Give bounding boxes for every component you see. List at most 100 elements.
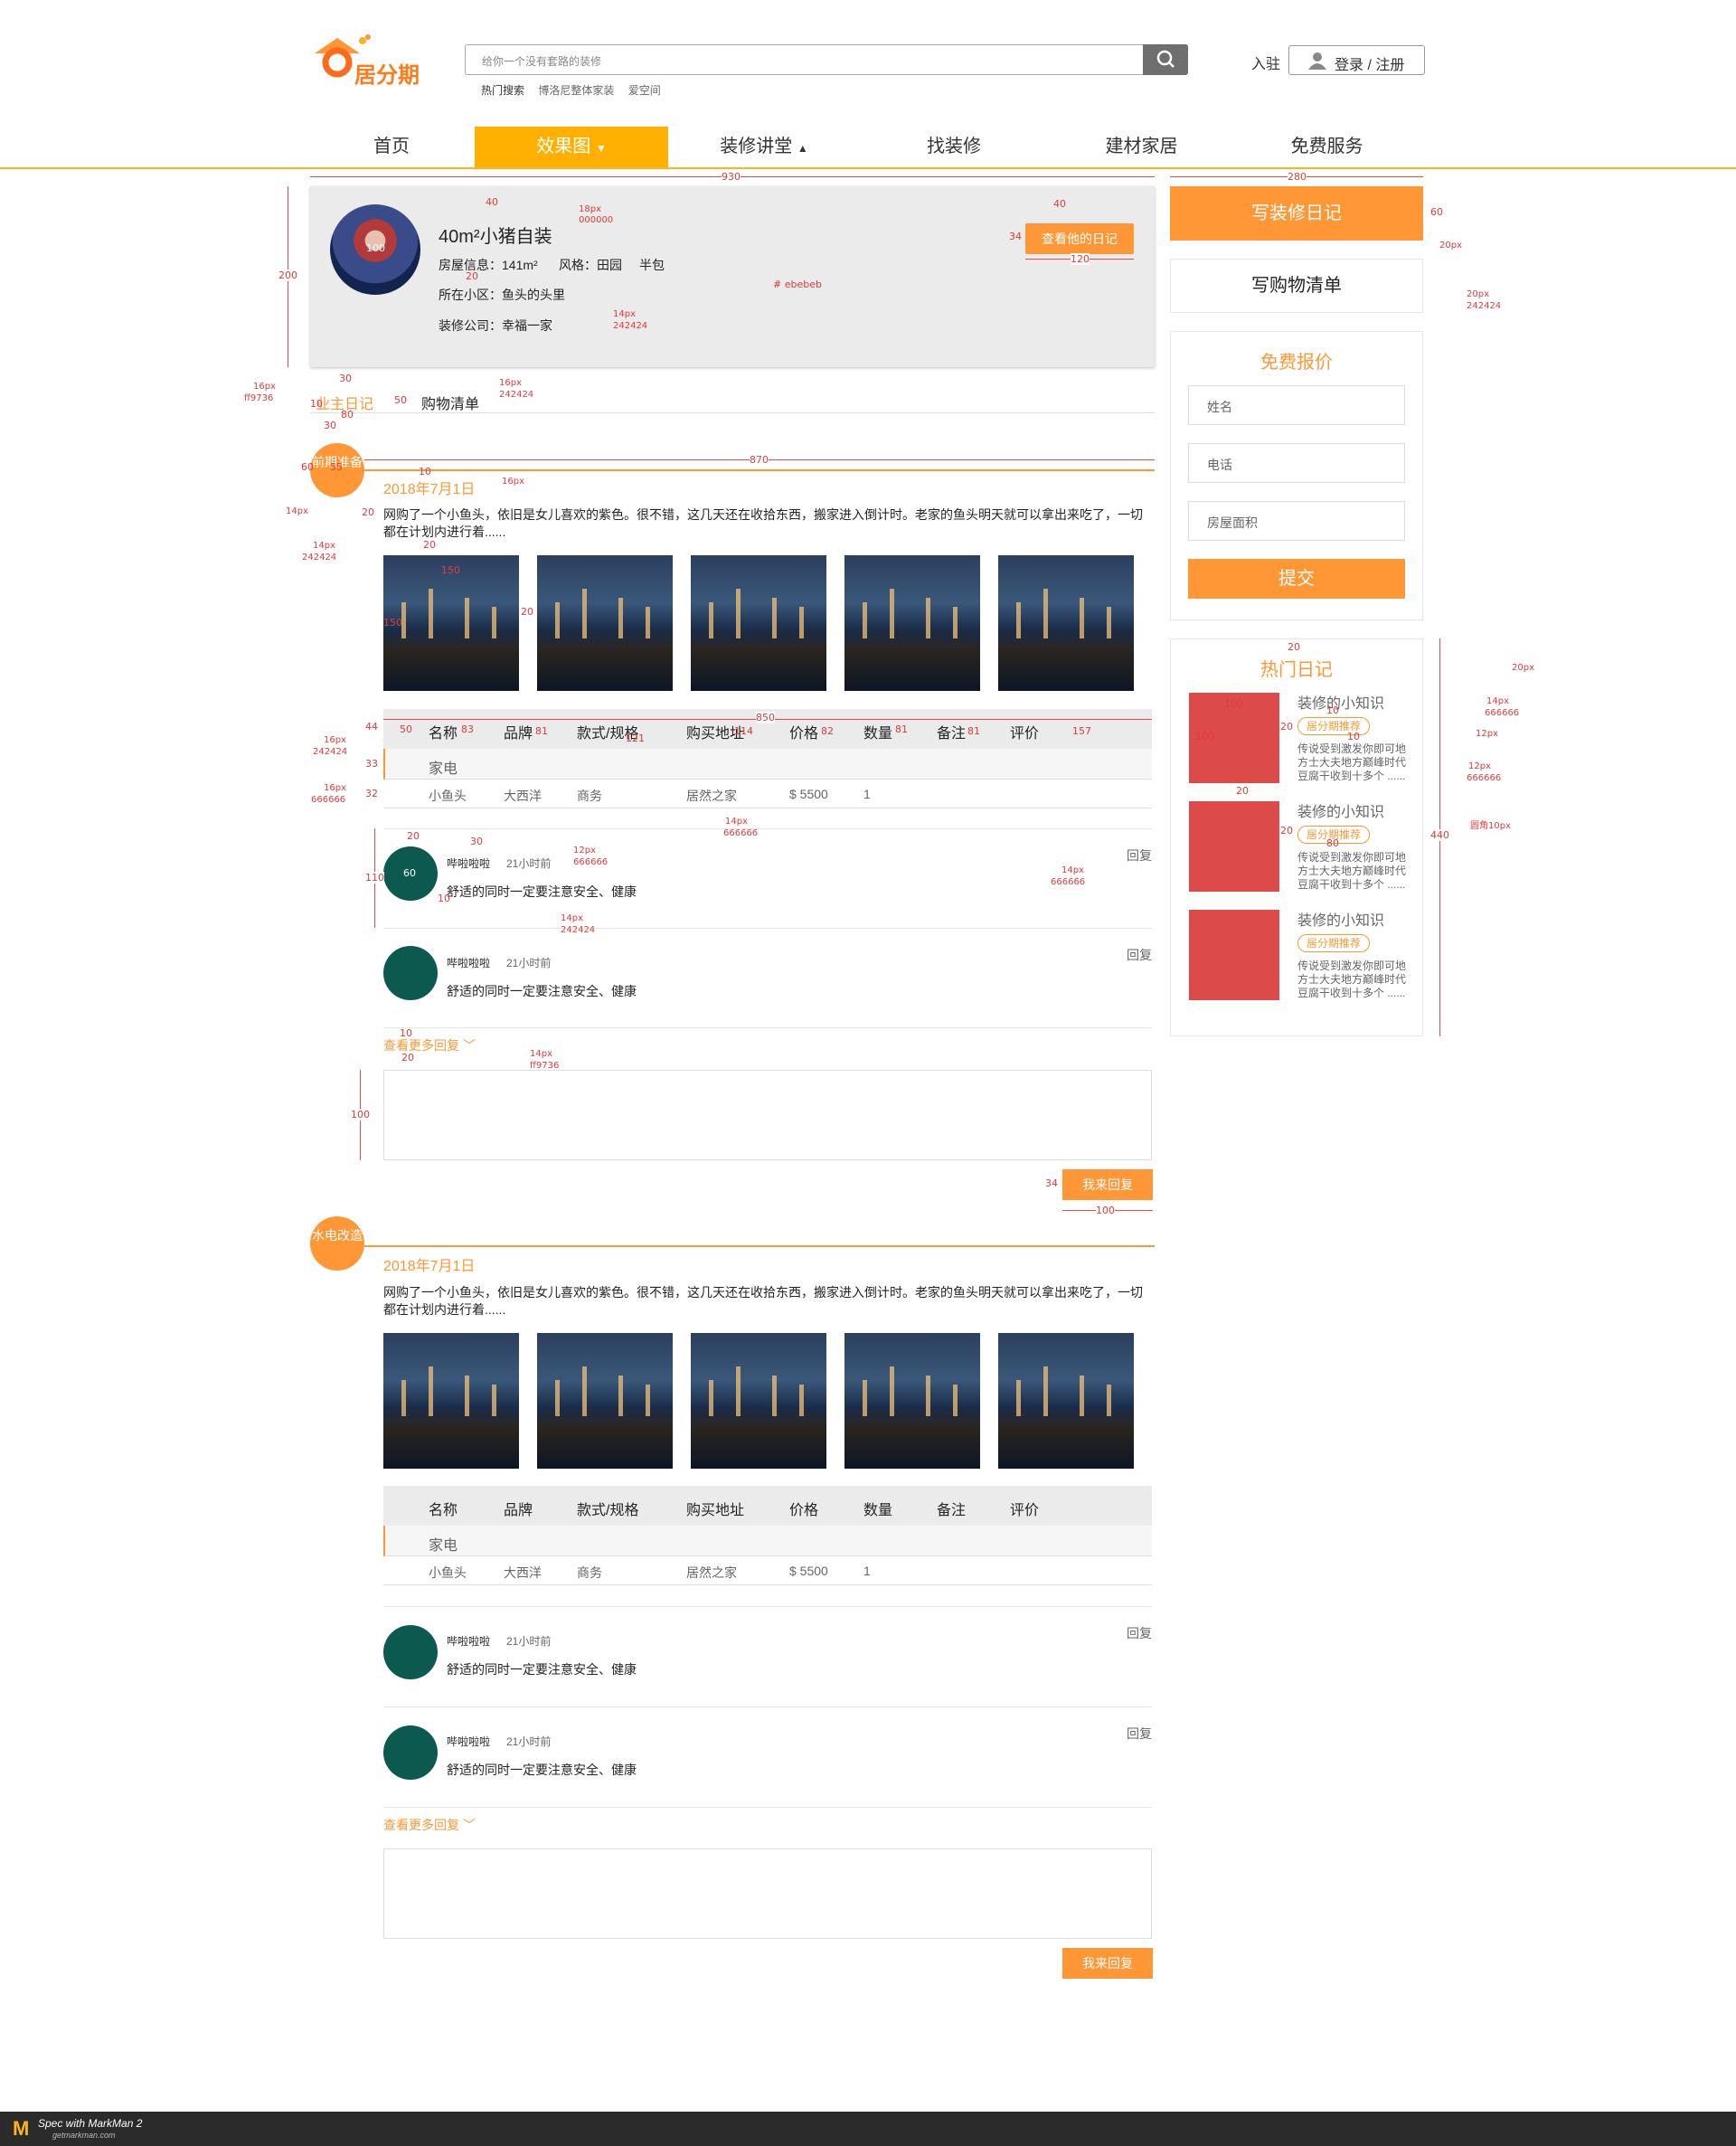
write-shopping-button[interactable]: 写购物清单 [1170,259,1423,313]
th: 品牌 [504,1503,533,1518]
measure-label: 18px [579,204,601,214]
hot-item-title[interactable]: 装修的小知识 [1297,691,1384,713]
reply-button[interactable]: 我来回复 [1062,1948,1153,1979]
measure-label: 440 [1430,829,1449,841]
tab-shopping-list[interactable]: 购物清单 [421,392,479,413]
td: 大西洋 [504,1565,542,1580]
hot-search-label: 热门搜索 [481,84,525,97]
td: 1 [863,1564,871,1578]
nav-material[interactable]: 建材家居 [1085,127,1198,167]
name-field[interactable]: 姓名 [1188,385,1405,425]
entry-photo[interactable] [537,1333,673,1469]
measure-label: 34 [1045,1177,1058,1189]
area-field[interactable]: 房屋面积 [1188,501,1405,541]
measure-label: 20px [1512,663,1534,673]
measure-label: 10 [400,1027,412,1039]
search-input[interactable]: 给你一个没有套路的装修 [482,53,601,69]
th: 数量 [863,726,893,742]
entry-photo[interactable] [691,555,826,691]
nav-home[interactable]: 首页 [337,127,446,167]
nav-find[interactable]: 找装修 [900,127,1008,167]
entry-photo[interactable] [537,555,673,691]
measure-label: 110 [365,872,384,884]
td: 小鱼头 [429,1565,467,1580]
measure-label: 82 [821,725,834,737]
reply-button[interactable]: 我来回复 [1062,1169,1153,1200]
more-label: 查看更多回复 [383,1038,459,1053]
entry-text: 网购了一个小鱼头，依旧是女儿喜欢的紫色。很不错，这几天还在收拾东西，搬家进入倒计… [383,507,1143,539]
measure-label: 10 [419,466,431,477]
company-info: 装修公司：幸福一家 [439,318,552,333]
hot-item-title[interactable]: 装修的小知识 [1297,799,1384,821]
reply-link[interactable]: 回复 [1127,1725,1152,1743]
markman-icon: M [13,2117,30,2140]
reply-textarea[interactable] [383,1070,1152,1160]
hot-thumb[interactable] [1189,801,1279,892]
measure-label: 20px [1467,289,1489,299]
reply-textarea[interactable] [383,1848,1152,1939]
reply-link[interactable]: 回复 [1127,846,1152,865]
measure-label: 20 [401,1052,414,1064]
measure-label: 20 [1280,721,1293,733]
divider [383,1706,1152,1707]
timeline-line [364,469,1155,471]
nav-effect[interactable]: 效果图 ▼ [475,127,668,167]
th: 备注 [937,1503,967,1518]
measure-label: 666666 [1051,877,1086,887]
measure-label: 60 [301,461,314,473]
entry-photo[interactable] [691,1333,826,1469]
write-diary-button[interactable]: 写装修日记 [1170,186,1423,241]
measure-label: 14px [1486,696,1509,706]
entry-photo[interactable] [998,555,1134,691]
comment-text: 舒适的同时一定要注意安全、健康 [447,1763,637,1777]
search-icon [1156,50,1175,68]
nav-effect-label: 效果图 [536,137,591,156]
measure-label: 20 [1236,785,1249,797]
measure-label: 16px [324,783,346,793]
reply-link[interactable]: 回复 [1127,1624,1152,1642]
hot-thumb[interactable] [1189,910,1279,1000]
login-button[interactable]: 登录 / 注册 [1288,45,1425,75]
user-icon [1308,52,1326,70]
td: 商务 [577,789,602,803]
footer-text: Spec with MarkMan 2 [38,2117,143,2130]
hot-search-item[interactable]: 博洛尼整体家装 [538,84,614,97]
comment-avatar [383,1625,438,1679]
settle-link[interactable]: 入驻 [1251,52,1280,73]
measure-label: 100 [1096,1205,1115,1216]
entry-photo[interactable] [844,1333,980,1469]
comment-time: 21小时前 [506,857,552,870]
nav-service[interactable]: 免费服务 [1270,127,1383,167]
entry-photo[interactable] [844,555,980,691]
reply-link[interactable]: 回复 [1127,946,1152,964]
hot-search-item[interactable]: 爱空间 [628,84,661,97]
measure-label: 14px [286,506,308,516]
measure-label: 55 [330,461,343,473]
more-replies-link[interactable]: 查看更多回复 ﹀ [383,1816,476,1834]
measure-label: 30 [470,836,483,847]
measure-label: 870 [750,454,769,466]
view-diary-button[interactable]: 查看他的日记 [1025,223,1134,254]
chevron-down-icon: ﹀ [462,1818,476,1832]
table-category: 家电 [383,1526,1152,1556]
comment-avatar [383,1725,438,1780]
hot-item-title[interactable]: 装修的小知识 [1297,908,1384,930]
th: 品牌 [504,726,533,742]
measure-label: 10 [310,398,323,410]
nav-class[interactable]: 装修讲堂 ▲ [696,127,832,167]
measure-label: 60 [1430,206,1443,218]
submit-button[interactable]: 提交 [1188,559,1405,599]
more-replies-link[interactable]: 查看更多回复 ﹀ [383,1036,476,1054]
phone-field[interactable]: 电话 [1188,443,1405,483]
measure-label: 930 [722,171,741,183]
style-info: 风格：田园 [559,258,622,272]
search-button[interactable] [1143,44,1188,75]
comment-avatar [383,946,438,1000]
entry-photo[interactable] [998,1333,1134,1469]
footer-sub: getmarkman.com [52,2131,116,2140]
measure-label: 12px [573,846,596,856]
search-box[interactable]: 给你一个没有套路的装修 [465,44,1188,75]
measure-label: 10 [438,893,450,904]
entry-photo[interactable] [383,1333,519,1469]
hot-item-text: 传说受到激发你即可地方士大夫地方巅峰时代豆腐干收到十多个 ...... [1297,742,1407,782]
